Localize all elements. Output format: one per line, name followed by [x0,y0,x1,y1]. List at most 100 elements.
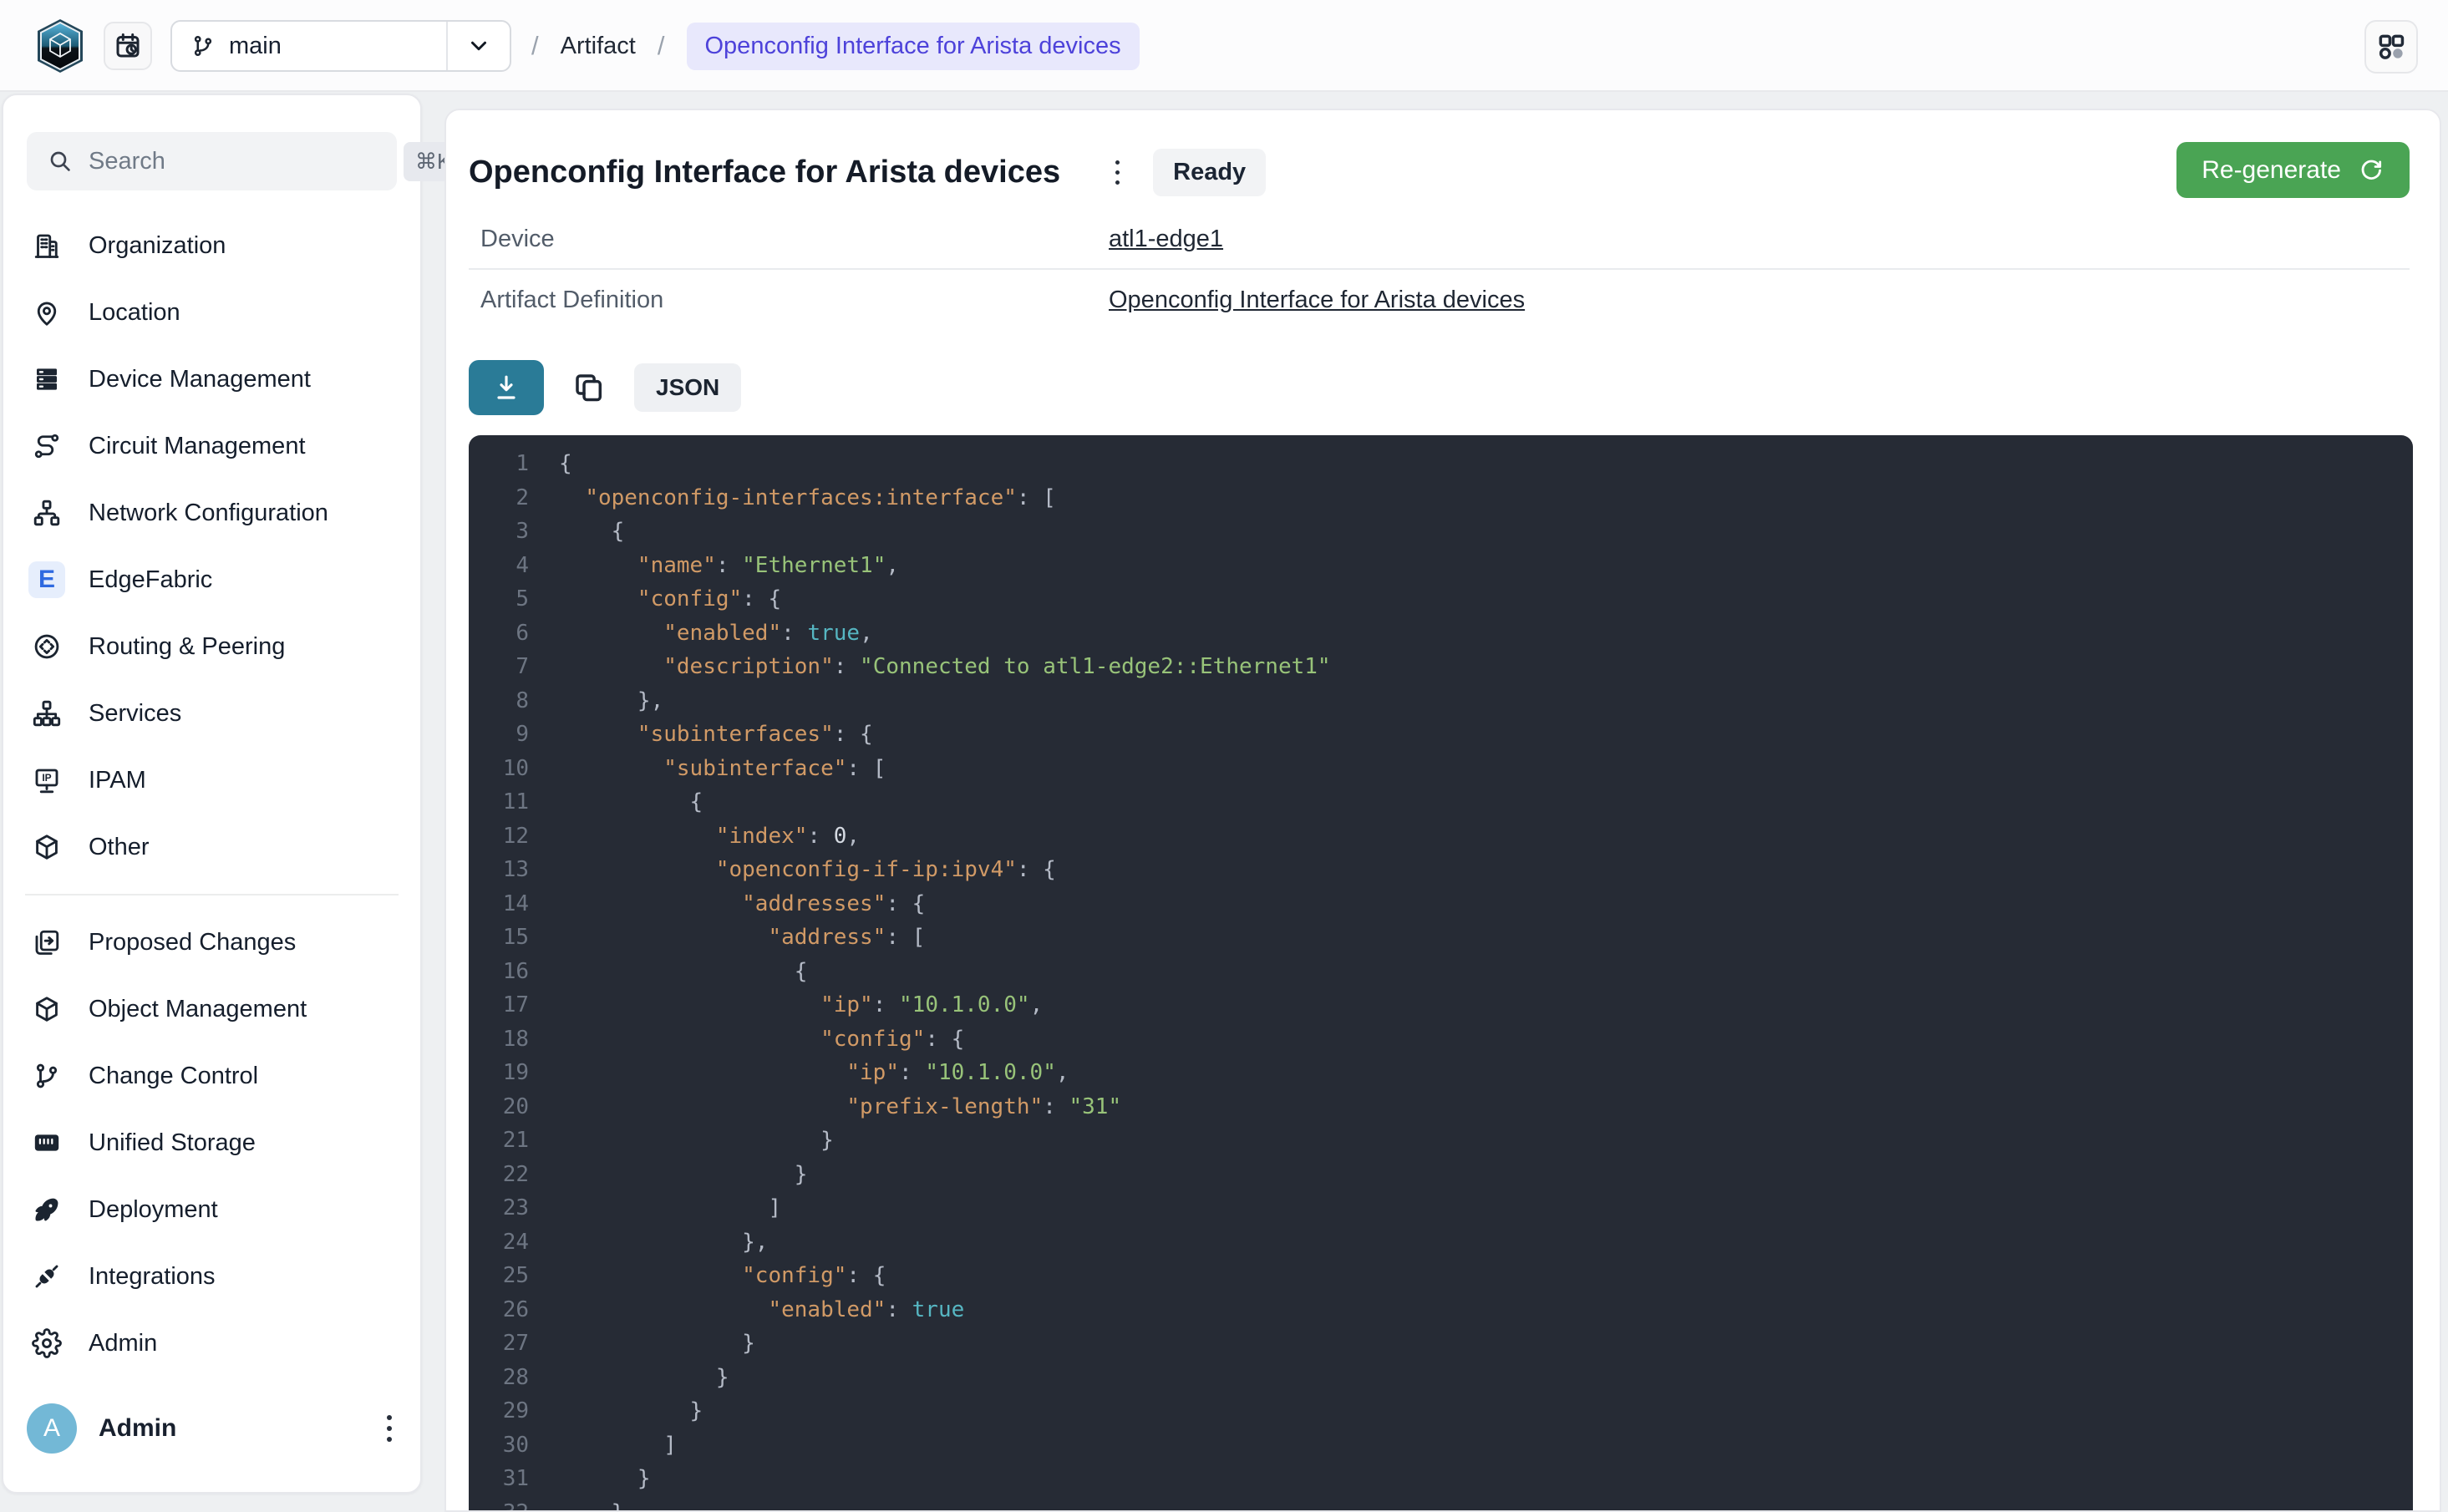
code-line: 28 } [469,1361,2413,1395]
sidebar-item-integrations[interactable]: Integrations [3,1243,420,1310]
sidebar-item-edgefabric[interactable]: E EdgeFabric [3,546,420,613]
sidebar-item-services[interactable]: Services [3,680,420,747]
code-line: 22 } [469,1158,2413,1192]
sidebar-item-admin[interactable]: Admin [3,1310,420,1377]
calendar-clock-icon [113,31,143,61]
detail-label: Device [469,226,1109,253]
svg-text:IP: IP [42,772,51,784]
regenerate-label: Re-generate [2202,156,2341,185]
search-input[interactable] [89,148,404,175]
detail-row-artifact-definition: Artifact DefinitionOpenconfig Interface … [469,270,2410,330]
code-line: 13 "openconfig-if-ip:ipv4": { [469,853,2413,887]
sidebar-item-label: Location [89,299,180,327]
regenerate-button[interactable]: Re-generate [2176,142,2410,198]
route-icon [28,428,65,464]
search-icon [47,148,74,175]
router-icon [28,628,65,665]
sidebar-item-label: Change Control [89,1063,258,1090]
detail-value-link[interactable]: Openconfig Interface for Arista devices [1109,287,1525,314]
calendar-clock-button[interactable] [104,22,152,70]
code-line: 6 "enabled": true, [469,616,2413,651]
sidebar-item-deployment[interactable]: Deployment [3,1176,420,1243]
breadcrumb-item-artifact[interactable]: Artifact [561,33,636,60]
code-line: 17 "ip": "10.1.0.0", [469,988,2413,1022]
format-badge: JSON [634,363,741,412]
sidebar-item-network-configuration[interactable]: Network Configuration [3,479,420,546]
code-line: 21 } [469,1124,2413,1158]
avatar: A [27,1403,77,1454]
search-box[interactable]: ⌘K [27,132,397,190]
code-line: 15 "address": [ [469,921,2413,955]
sidebar-item-unified-storage[interactable]: Unified Storage [3,1109,420,1176]
sidebar-item-label: IPAM [89,767,146,794]
sidebar-item-label: Circuit Management [89,433,306,460]
code-line: 25 "config": { [469,1259,2413,1293]
branch-dropdown-toggle[interactable] [446,22,510,70]
code-line: 29 } [469,1394,2413,1428]
sidebar-item-routing-peering[interactable]: Routing & Peering [3,613,420,680]
sidebar-item-label: EdgeFabric [89,566,212,594]
code-line: 8 }, [469,684,2413,718]
sidebar-item-circuit-management[interactable]: Circuit Management [3,413,420,479]
sidebar-item-label: Device Management [89,366,311,393]
sidebar-item-object-management[interactable]: Object Management [3,976,420,1043]
sidebar-item-label: Network Configuration [89,500,328,527]
branch-selector[interactable]: main [170,20,511,72]
code-line: 14 "addresses": { [469,887,2413,921]
sidebar-item-label: Unified Storage [89,1129,256,1157]
app-logo[interactable] [35,18,85,74]
sidebar-item-device-management[interactable]: Device Management [3,346,420,413]
sidebar-item-label: Deployment [89,1196,218,1224]
map-pin-icon [28,294,65,331]
sitemap-icon [28,695,65,732]
code-line: 1{ [469,447,2413,481]
code-line: 30 ] [469,1428,2413,1463]
rocket-icon [28,1191,65,1228]
user-menu-button[interactable] [378,1407,400,1450]
sidebar-item-label: Proposed Changes [89,929,296,956]
detail-table: Deviceatl1-edge1Artifact DefinitionOpenc… [469,210,2410,330]
copy-button[interactable] [569,368,609,408]
detail-value-link[interactable]: atl1-edge1 [1109,226,1223,253]
detail-label: Artifact Definition [469,287,1109,314]
apps-grid-button[interactable] [2364,20,2418,74]
sidebar-item-label: Services [89,700,181,728]
code-line: 20 "prefix-length": "31" [469,1090,2413,1124]
main-content: Openconfig Interface for Arista devices … [444,109,2441,1512]
hierarchy-icon [28,495,65,531]
sidebar-divider [25,894,399,896]
sidebar-item-label: Object Management [89,996,307,1023]
sidebar-item-other[interactable]: Other [3,814,420,880]
edgefabric-chip: E [28,561,65,598]
breadcrumb-separator: / [658,31,665,61]
cube-icon [28,991,65,1027]
code-line: 16 { [469,955,2413,989]
code-line: 32 }, [469,1496,2413,1512]
code-line: 18 "config": { [469,1022,2413,1057]
status-badge: Ready [1153,149,1266,196]
code-line: 10 "subinterface": [ [469,752,2413,786]
copy-icon [571,370,607,405]
detail-row-device: Deviceatl1-edge1 [469,210,2410,270]
user-row[interactable]: A Admin [27,1400,400,1457]
file-arrow-icon [28,924,65,961]
ipam-icon: IP [28,762,65,799]
title-menu-button[interactable] [1107,152,1128,193]
code-line: 24 }, [469,1225,2413,1260]
page-title: Openconfig Interface for Arista devices [469,155,1060,190]
sidebar-item-organization[interactable]: Organization [3,212,420,279]
sidebar-item-ipam[interactable]: IP IPAM [3,747,420,814]
storage-icon [28,1124,65,1161]
sidebar-item-proposed-changes[interactable]: Proposed Changes [3,909,420,976]
code-line: 11 { [469,785,2413,819]
server-icon [28,361,65,398]
sidebar-item-location[interactable]: Location [3,279,420,346]
breadcrumb-current-page[interactable]: Openconfig Interface for Arista devices [687,23,1140,70]
sidebar-item-change-control[interactable]: Change Control [3,1043,420,1109]
git-branch-icon [28,1058,65,1094]
download-button[interactable] [469,360,544,415]
code-line: 7 "description": "Connected to atl1-edge… [469,650,2413,684]
code-line: 5 "config": { [469,582,2413,616]
sidebar-nav-secondary: Proposed Changes Object Management Change … [3,909,420,1377]
sidebar-nav-primary: Organization Location Device Management Cir… [3,212,420,880]
